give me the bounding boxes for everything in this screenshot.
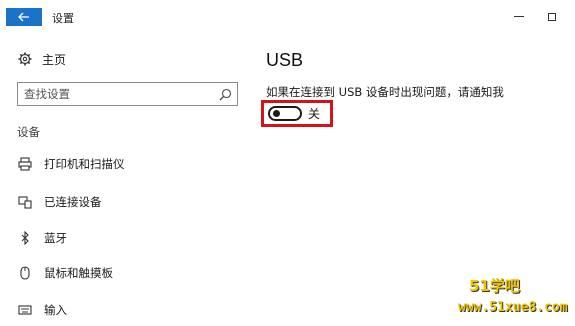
sidebar-item-label: 打印机和扫描仪 — [44, 157, 125, 171]
keyboard-icon — [18, 303, 32, 317]
watermark-logo: 51学吧 — [469, 277, 520, 295]
search-icon[interactable] — [219, 88, 232, 101]
title-bar: 设置 — [0, 0, 575, 34]
back-button[interactable] — [6, 8, 42, 26]
printer-icon — [18, 157, 32, 171]
back-arrow-icon — [18, 12, 29, 22]
search-box[interactable] — [17, 82, 238, 106]
section-label-devices: 设备 — [17, 125, 40, 139]
sidebar-item-label: 鼠标和触摸板 — [44, 266, 113, 280]
sidebar-item-label: 输入 — [44, 303, 67, 317]
search-input[interactable] — [24, 86, 214, 102]
page-title: USB — [266, 50, 304, 70]
sidebar-item-label: 蓝牙 — [44, 231, 67, 245]
sidebar-item-typing[interactable]: 输入 — [18, 300, 67, 320]
sidebar-item-connected-devices[interactable]: 已连接设备 — [18, 192, 102, 212]
sidebar-item-label: 已连接设备 — [44, 195, 102, 209]
sidebar-item-printers[interactable]: 打印机和扫描仪 — [18, 154, 125, 174]
toggle-state-label: 关 — [308, 107, 321, 121]
connected-devices-icon — [18, 195, 32, 209]
minimize-button[interactable] — [514, 16, 524, 17]
sidebar-item-label: 主页 — [42, 52, 67, 67]
toggle-knob — [273, 110, 280, 117]
bluetooth-icon — [18, 231, 32, 245]
maximize-button[interactable] — [548, 13, 556, 21]
gear-icon — [18, 52, 32, 66]
mouse-icon — [18, 266, 32, 280]
sidebar-item-mouse-touchpad[interactable]: 鼠标和触摸板 — [18, 263, 113, 283]
sidebar-item-home[interactable]: 主页 — [18, 50, 66, 68]
usb-notify-label: 如果在连接到 USB 设备时出现问题，请通知我 — [266, 85, 504, 99]
watermark-url: www.51xue8.com — [458, 300, 568, 315]
sidebar-item-bluetooth[interactable]: 蓝牙 — [18, 228, 67, 248]
window-title: 设置 — [52, 12, 74, 25]
usb-notify-toggle[interactable] — [268, 106, 302, 121]
